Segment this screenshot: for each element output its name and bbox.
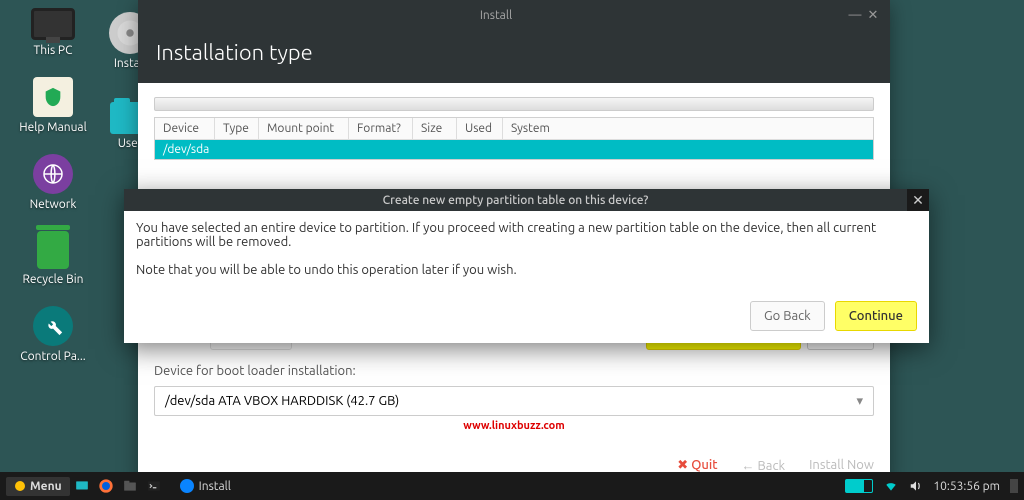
desktop-icon-label: Help Manual xyxy=(12,121,94,134)
desktop-icon-help-manual[interactable]: Help Manual xyxy=(12,77,94,134)
dialog-body: You have selected an entire device to pa… xyxy=(124,211,929,301)
close-icon[interactable]: ✕ xyxy=(864,8,882,23)
bootloader-label: Device for boot loader installation: xyxy=(154,364,874,378)
col-used: Used xyxy=(457,118,503,139)
manual-icon xyxy=(33,77,73,117)
taskbar: Menu Install 10:53:56 pm xyxy=(0,472,1024,500)
desktop-icon-this-pc[interactable]: This PC xyxy=(12,8,94,57)
menu-logo-icon xyxy=(14,480,26,492)
dialog-titlebar[interactable]: Create new empty partition table on this… xyxy=(124,189,929,211)
col-size: Size xyxy=(413,118,457,139)
bootloader-value: /dev/sda ATA VBOX HARDDISK (42.7 GB) xyxy=(165,394,399,408)
desktop-icon-label: Recycle Bin xyxy=(12,273,94,286)
watermark: www.linuxbuzz.com xyxy=(154,420,874,432)
go-back-button[interactable]: Go Back xyxy=(750,301,825,331)
bootloader-select[interactable]: /dev/sda ATA VBOX HARDDISK (42.7 GB) ▾ xyxy=(154,386,874,416)
globe-icon xyxy=(33,154,73,194)
battery-icon[interactable] xyxy=(845,479,873,493)
menu-button[interactable]: Menu xyxy=(6,477,70,496)
window-title: Install xyxy=(146,9,846,22)
monitor-icon xyxy=(31,8,75,40)
dialog-text-2: Note that you will be able to undo this … xyxy=(136,263,917,277)
desktop-icon-network[interactable]: Network xyxy=(12,154,94,211)
task-label: Install xyxy=(199,480,231,493)
window-titlebar[interactable]: Install — ✕ xyxy=(138,0,890,30)
col-type: Type xyxy=(215,118,259,139)
taskbar-task-install[interactable]: Install xyxy=(172,476,239,496)
dialog-button-row: Go Back Continue xyxy=(124,301,929,343)
minimize-icon[interactable]: — xyxy=(846,8,864,22)
desktop-icon-recycle-bin[interactable]: Recycle Bin xyxy=(12,231,94,286)
clock[interactable]: 10:53:56 pm xyxy=(933,480,1000,493)
table-header-row: Device Type Mount point Format? Size Use… xyxy=(155,118,873,140)
col-mount: Mount point xyxy=(259,118,349,139)
dialog-close-icon[interactable]: ✕ xyxy=(907,189,929,211)
desktop-icon-label: Control Pa... xyxy=(12,350,94,363)
desktop-icon-label: Network xyxy=(12,198,94,211)
chevron-down-icon: ▾ xyxy=(856,394,863,409)
volume-icon[interactable] xyxy=(909,479,923,493)
wrench-icon xyxy=(33,306,73,346)
desktop-icon-control-panel[interactable]: Control Pa... xyxy=(12,306,94,363)
files-icon[interactable] xyxy=(119,475,141,497)
col-format: Format? xyxy=(349,118,413,139)
wifi-icon[interactable] xyxy=(883,479,899,493)
confirm-dialog: Create new empty partition table on this… xyxy=(124,189,929,343)
col-device: Device xyxy=(155,118,215,139)
partition-strip xyxy=(154,97,874,111)
desktop-icon-label: This PC xyxy=(12,44,94,57)
install-now-button[interactable]: Install Now xyxy=(809,458,874,473)
panel-end-icon[interactable] xyxy=(1010,479,1018,493)
back-button[interactable]: ← Back xyxy=(742,458,786,473)
terminal-icon[interactable] xyxy=(143,475,165,497)
dialog-title: Create new empty partition table on this… xyxy=(124,194,907,207)
table-row[interactable]: /dev/sda xyxy=(155,140,873,159)
task-app-icon xyxy=(180,479,194,493)
page-header: Installation type xyxy=(138,30,890,83)
cell-device: /dev/sda xyxy=(155,140,217,159)
show-desktop-icon[interactable] xyxy=(71,475,93,497)
trash-icon xyxy=(37,231,69,269)
firefox-icon[interactable] xyxy=(95,475,117,497)
dialog-text-1: You have selected an entire device to pa… xyxy=(136,221,917,249)
continue-button[interactable]: Continue xyxy=(835,301,917,331)
partition-table: Device Type Mount point Format? Size Use… xyxy=(154,117,874,160)
col-system: System xyxy=(503,118,873,139)
quit-button[interactable]: ✖ Quit xyxy=(677,458,717,473)
